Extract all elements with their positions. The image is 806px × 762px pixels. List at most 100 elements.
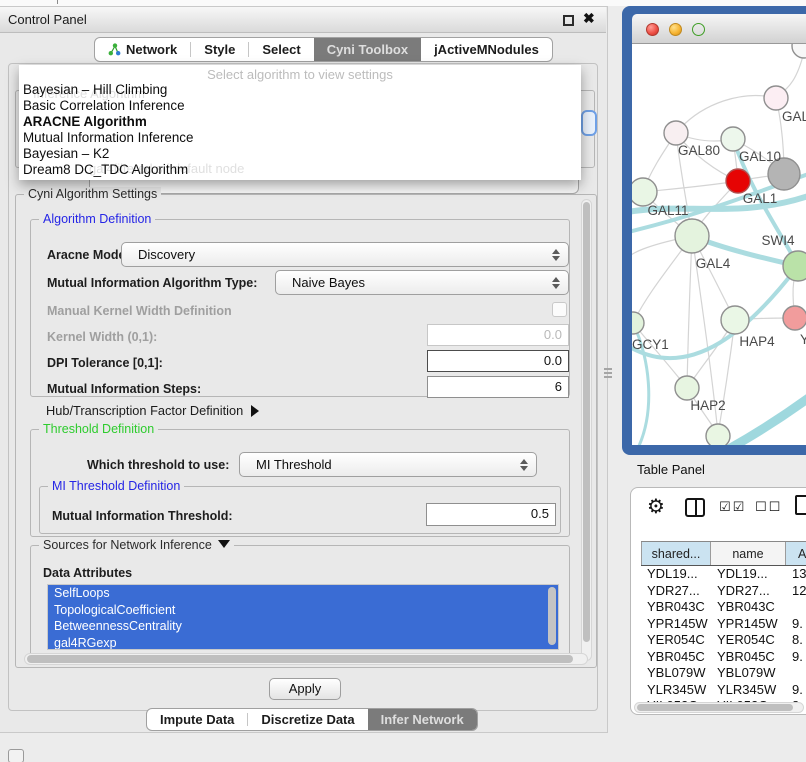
settings-horizontal-scrollbar-thumb[interactable] [27,655,573,663]
tab-discretize-data[interactable]: Discretize Data [248,709,367,730]
node-gal-partial[interactable] [764,86,788,110]
sources-title[interactable]: Sources for Network Inference [39,538,234,552]
node-y-partial[interactable] [783,306,806,330]
aracne-mode-label: Aracne Mode: [47,248,130,262]
algorithm-option-selected[interactable]: ARACNE Algorithm [23,114,147,129]
data-attributes-label: Data Attributes [43,566,132,580]
column-header-name[interactable]: name [711,542,786,565]
kernel-width-label: Kernel Width (0,1): [47,330,157,344]
table-row[interactable]: YPR145WYPR145W9. [641,616,806,633]
control-panel-window: Control Panel ✖ Network Style Select Cyn… [0,6,608,733]
minimize-traffic-light[interactable] [669,23,682,36]
apply-button[interactable]: Apply [269,678,341,700]
list-item[interactable]: gal4RGexp [48,635,558,651]
algorithm-popup-hint: Select algorithm to view settings [19,67,581,82]
table-panel-card: ⚙ ☑☑ ☐☐ shared... name A YDL19...YDL19..… [630,487,806,715]
top-strip-tick [57,0,58,4]
column-header-partial[interactable]: A [786,542,806,565]
node-gal10[interactable] [721,127,745,151]
column-header-shared[interactable]: shared... [641,542,711,565]
node-gal4[interactable] [675,219,709,253]
network-window-titlebar[interactable] [632,14,806,44]
mi-threshold-field[interactable]: 0.5 [426,503,556,526]
aracne-mode-combo[interactable]: Discovery [121,242,569,267]
list-item[interactable]: BetweennessCentrality [48,618,558,635]
data-attributes-list[interactable]: SelfLoops TopologicalCoefficient Between… [47,584,559,650]
node-partial-top[interactable] [792,44,806,58]
tab-infer-network[interactable]: Infer Network [368,709,477,730]
tab-style[interactable]: Style [191,38,248,61]
aracne-mode-value: Discovery [138,247,195,262]
table-row[interactable]: YBL079WYBL079W [641,665,806,682]
which-threshold-label: Which threshold to use: [87,458,229,472]
bottom-tabs: Impute Data Discretize Data Infer Networ… [146,708,478,731]
node-hap2[interactable] [675,376,699,400]
node-gal1[interactable] [726,169,750,193]
node-hap4[interactable] [721,306,749,334]
kernel-width-field[interactable]: 0.0 [427,324,569,346]
manual-kernel-checkbox[interactable] [552,302,567,317]
label-hap2: HAP2 [690,398,725,413]
combo-arrows-icon [552,277,560,289]
algorithm-definition-title: Algorithm Definition [39,212,155,226]
tab-cyni-toolbox[interactable]: Cyni Toolbox [314,38,421,61]
columns-icon[interactable] [685,498,705,517]
hub-definition-expander[interactable]: Hub/Transcription Factor Definition [46,403,259,418]
algorithm-option[interactable]: Bayesian – K2 [23,146,109,161]
tab-style-label: Style [204,42,235,57]
node-partial-bottom[interactable] [706,424,730,445]
document-icon[interactable] [795,495,806,515]
tab-select[interactable]: Select [249,38,313,61]
settings-vertical-scrollbar-thumb[interactable] [583,202,590,642]
table-row[interactable]: YBR045CYBR045C9. [641,649,806,666]
algorithm-option[interactable]: Mutual Information Inference [23,130,193,145]
panel-splitter-handle[interactable] [603,366,613,380]
algorithm-option[interactable]: Basic Correlation Inference [23,98,185,113]
table-row[interactable]: YDR27...YDR27...12 [641,583,806,600]
algorithm-option[interactable]: Bayesian – Hill Climbing [23,82,167,97]
list-item[interactable]: TopologicalCoefficient [48,602,558,619]
settings-horizontal-scrollbar[interactable] [24,653,588,665]
tab-infer-network-label: Infer Network [381,712,464,727]
close-traffic-light[interactable] [646,23,659,36]
table-row[interactable]: YBR043CYBR043C [641,599,806,616]
network-canvas[interactable]: GAL GAL80 GAL10 GAL1 GAL11 GAL4 SWI4 GCY… [632,44,806,445]
close-icon[interactable]: ✖ [583,10,595,27]
table-row[interactable]: YDL19...YDL19...13 [641,566,806,583]
tab-cyni-toolbox-label: Cyni Toolbox [327,42,408,57]
gear-icon[interactable]: ⚙ [647,494,665,518]
settings-vertical-scrollbar[interactable] [581,199,592,661]
table-horizontal-scrollbar[interactable] [634,702,804,713]
node-gcy1[interactable] [632,312,644,334]
tab-network[interactable]: Network [95,38,190,61]
bottom-left-partial-icon[interactable] [8,749,24,762]
mi-threshold-group-title: MI Threshold Definition [48,479,184,493]
algorithm-option[interactable]: Dream8 DC_TDC Algorithm [23,162,188,177]
control-panel-title: Control Panel [8,12,87,27]
float-window-icon[interactable] [563,15,574,26]
list-scrollbar-thumb[interactable] [548,587,556,645]
network-view-window: GAL GAL80 GAL10 GAL1 GAL11 GAL4 SWI4 GCY… [622,6,806,455]
table-horizontal-scrollbar-thumb[interactable] [637,704,793,711]
dpi-tolerance-field[interactable]: 0.0 [427,350,569,372]
which-threshold-combo[interactable]: MI Threshold [239,452,537,477]
algorithm-definition-group: Algorithm Definition Aracne Mode: Discov… [30,219,570,397]
table-row[interactable]: YLR345WYLR345W9. [641,682,806,699]
table-row[interactable]: YER054CYER054C8. [641,632,806,649]
node-swi4[interactable] [783,251,806,281]
threshold-definition-group: Threshold Definition Which threshold to … [30,429,570,537]
tab-impute-data[interactable]: Impute Data [147,709,247,730]
zoom-traffic-light[interactable] [692,23,705,36]
hub-definition-label: Hub/Transcription Factor Definition [46,403,243,418]
node-gal80[interactable] [664,121,688,145]
focused-button-fragment[interactable] [581,110,597,136]
list-item[interactable]: SelfLoops [48,585,558,602]
algorithm-dropdown-popup: Select algorithm to view settings Infere… [19,65,581,180]
mi-steps-field[interactable]: 6 [427,376,569,398]
label-hap4: HAP4 [739,334,775,349]
mi-type-combo[interactable]: Naive Bayes [275,270,569,295]
node-gal11[interactable] [632,178,657,206]
tab-jactivemnodules[interactable]: jActiveMNodules [421,38,552,61]
deselect-all-checkboxes-icon[interactable]: ☐☐ [755,500,782,515]
select-all-checkboxes-icon[interactable]: ☑☑ [719,500,746,515]
